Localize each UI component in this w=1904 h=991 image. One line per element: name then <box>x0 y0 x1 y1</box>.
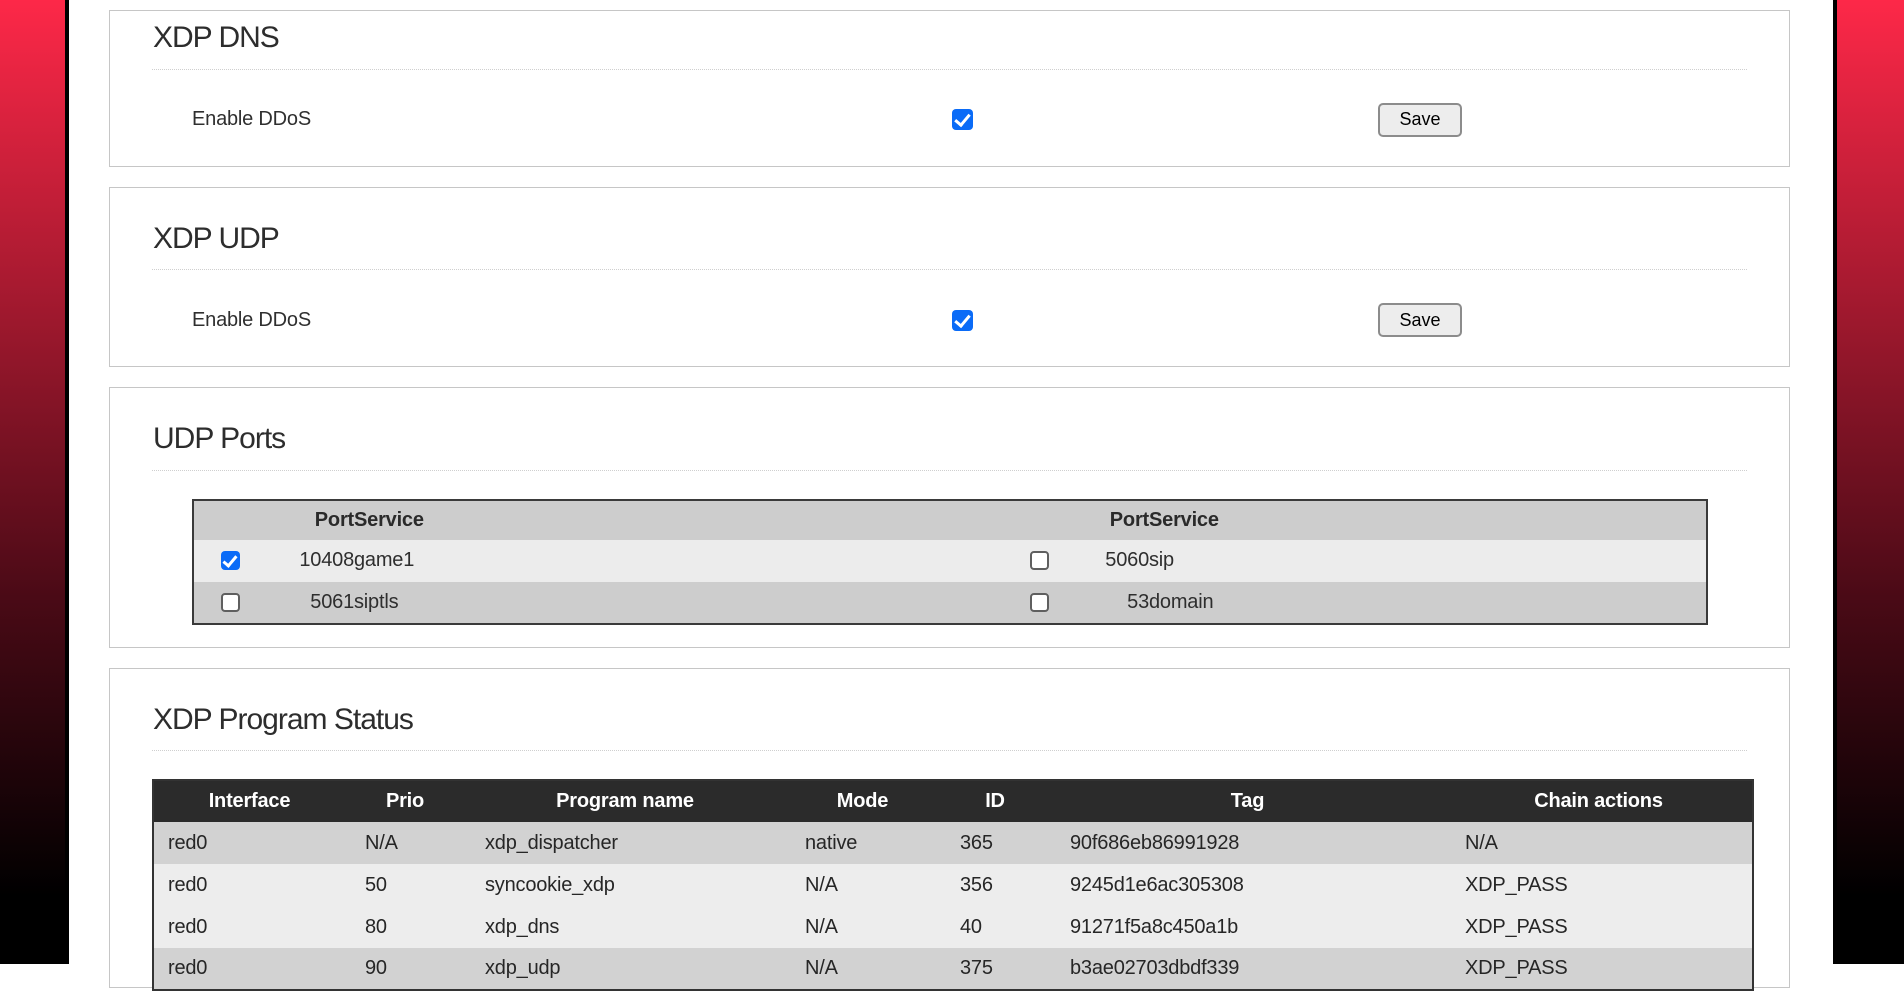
service-cell: siptls <box>354 582 1004 624</box>
table-row: 10408 game1 5060 sip <box>193 540 1707 582</box>
cell-id: 375 <box>940 948 1050 990</box>
ports-header-port: Port <box>1074 500 1149 540</box>
port-cell: 10408 <box>266 540 354 582</box>
port-checkbox-siptls[interactable] <box>221 593 240 612</box>
enable-ddos-checkbox-dns[interactable] <box>952 109 973 130</box>
card-udp-ports: UDP Ports Port Service Port Service <box>109 387 1790 648</box>
card-xdp-program-status: XDP Program Status Interface Prio Progra… <box>109 668 1790 988</box>
card-title-xdp-udp: XDP UDP <box>153 222 1747 257</box>
ports-header-row: Port Service Port Service <box>193 500 1707 540</box>
cell-interface: red0 <box>153 948 345 990</box>
table-row: red0 N/A xdp_dispatcher native 365 90f68… <box>153 822 1753 864</box>
cell-tag: 90f686eb86991928 <box>1050 822 1445 864</box>
enable-ddos-row-udp: Enable DDoS Save <box>152 298 1747 342</box>
xdp-program-status-table: Interface Prio Program name Mode ID Tag … <box>152 779 1754 991</box>
cell-program-name: xdp_dispatcher <box>465 822 785 864</box>
cell-interface: red0 <box>153 906 345 948</box>
cell-tag: 91271f5a8c450a1b <box>1050 906 1445 948</box>
cell-tag: b3ae02703dbdf339 <box>1050 948 1445 990</box>
cell-prio: 50 <box>345 864 465 906</box>
cell-tag: 9245d1e6ac305308 <box>1050 864 1445 906</box>
save-button-dns[interactable]: Save <box>1378 103 1462 137</box>
ports-header-checkbox-spacer <box>193 500 266 540</box>
status-header-chain-actions: Chain actions <box>1445 780 1753 822</box>
card-title-xdp-dns: XDP DNS <box>153 21 1747 56</box>
table-row: red0 90 xdp_udp N/A 375 b3ae02703dbdf339… <box>153 948 1753 990</box>
cell-program-name: xdp_udp <box>465 948 785 990</box>
title-divider <box>152 269 1747 270</box>
ports-header-checkbox-spacer <box>1004 500 1074 540</box>
cell-mode: native <box>785 822 940 864</box>
port-checkbox-game1[interactable] <box>221 551 240 570</box>
port-cell: 53 <box>1074 582 1149 624</box>
ports-header-service: Service <box>354 500 1004 540</box>
status-header-row: Interface Prio Program name Mode ID Tag … <box>153 780 1753 822</box>
status-header-interface: Interface <box>153 780 345 822</box>
card-xdp-udp: XDP UDP Enable DDoS Save <box>109 187 1790 368</box>
cell-mode: N/A <box>785 906 940 948</box>
cell-prio: 90 <box>345 948 465 990</box>
status-header-program-name: Program name <box>465 780 785 822</box>
cell-id: 40 <box>940 906 1050 948</box>
card-xdp-dns: XDP DNS Enable DDoS Save <box>109 10 1790 167</box>
port-checkbox-cell <box>1004 540 1074 582</box>
left-gradient-strip <box>0 0 69 964</box>
port-cell: 5061 <box>266 582 354 624</box>
ports-header-port: Port <box>266 500 354 540</box>
table-row: red0 50 syncookie_xdp N/A 356 9245d1e6ac… <box>153 864 1753 906</box>
enable-ddos-row-dns: Enable DDoS Save <box>152 98 1747 142</box>
table-row: 5061 siptls 53 domain <box>193 582 1707 624</box>
status-header-tag: Tag <box>1050 780 1445 822</box>
cell-id: 365 <box>940 822 1050 864</box>
cell-chain-actions: XDP_PASS <box>1445 864 1753 906</box>
cell-mode: N/A <box>785 948 940 990</box>
port-checkbox-domain[interactable] <box>1030 593 1049 612</box>
main-content: XDP DNS Enable DDoS Save XDP UDP Enable … <box>109 0 1790 988</box>
port-cell: 5060 <box>1074 540 1149 582</box>
port-checkbox-sip[interactable] <box>1030 551 1049 570</box>
save-button-udp[interactable]: Save <box>1378 303 1462 337</box>
title-divider <box>152 470 1747 471</box>
port-checkbox-cell <box>193 582 266 624</box>
cell-chain-actions: XDP_PASS <box>1445 948 1753 990</box>
status-header-id: ID <box>940 780 1050 822</box>
cell-prio: N/A <box>345 822 465 864</box>
cell-interface: red0 <box>153 822 345 864</box>
status-header-prio: Prio <box>345 780 465 822</box>
cell-prio: 80 <box>345 906 465 948</box>
title-divider <box>152 750 1747 751</box>
cell-chain-actions: N/A <box>1445 822 1753 864</box>
ports-header-service: Service <box>1149 500 1707 540</box>
status-header-mode: Mode <box>785 780 940 822</box>
card-title-xdp-program-status: XDP Program Status <box>153 703 1747 738</box>
cell-program-name: xdp_dns <box>465 906 785 948</box>
cell-mode: N/A <box>785 864 940 906</box>
cell-chain-actions: XDP_PASS <box>1445 906 1753 948</box>
right-gradient-strip <box>1833 0 1904 964</box>
port-checkbox-cell <box>1004 582 1074 624</box>
service-cell: game1 <box>354 540 1004 582</box>
service-cell: domain <box>1149 582 1707 624</box>
cell-program-name: syncookie_xdp <box>465 864 785 906</box>
card-title-udp-ports: UDP Ports <box>153 422 1747 457</box>
udp-ports-table: Port Service Port Service 10408 game1 50… <box>192 499 1708 625</box>
cell-interface: red0 <box>153 864 345 906</box>
table-row: red0 80 xdp_dns N/A 40 91271f5a8c450a1b … <box>153 906 1753 948</box>
port-checkbox-cell <box>193 540 266 582</box>
service-cell: sip <box>1149 540 1707 582</box>
enable-ddos-checkbox-udp[interactable] <box>952 310 973 331</box>
cell-id: 356 <box>940 864 1050 906</box>
enable-ddos-label: Enable DDoS <box>192 309 952 332</box>
enable-ddos-label: Enable DDoS <box>192 108 952 131</box>
title-divider <box>152 69 1747 70</box>
